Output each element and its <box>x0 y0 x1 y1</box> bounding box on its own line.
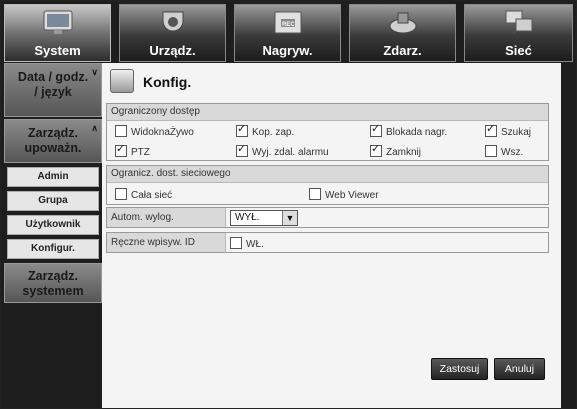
sidebar-item-config[interactable]: Konfigur. <box>7 239 99 259</box>
checkbox[interactable] <box>370 123 382 137</box>
select-value: WYŁ. <box>235 212 260 223</box>
top-menu: System Urządz. REC Nagryw. Zdarz. Sieć <box>4 4 573 62</box>
collapse-down-icon: ∨ <box>91 67 98 77</box>
option-remote-alarm[interactable]: Wyj. zdal. alarmu <box>236 143 329 159</box>
option-label: PTZ <box>131 147 150 158</box>
option-shutdown[interactable]: Zamknij <box>370 143 422 159</box>
option-ptz[interactable]: PTZ <box>115 143 150 159</box>
sidebar-group-permissions[interactable]: Zarządz. upoważn. ∧ <box>4 119 102 163</box>
sidebar-group-label: Data / godz. / język <box>17 70 89 99</box>
autologout-row: Autom. wylog. WYŁ. ▼ <box>106 207 549 228</box>
checkbox[interactable] <box>230 237 242 249</box>
checkbox[interactable] <box>236 123 248 137</box>
panel-header: Ograniczony dostęp <box>107 104 548 121</box>
svg-text:REC: REC <box>282 22 295 28</box>
sidebar-group-label: Zarządz. systemem <box>22 269 84 298</box>
chevron-down-icon[interactable]: ▼ <box>282 211 297 225</box>
option-live-view[interactable]: WidoknaŻywo <box>115 125 194 139</box>
manual-id-label: Ręczne wpisyw. ID <box>111 237 195 248</box>
option-label: Szukaj <box>501 127 532 138</box>
option-label: Wyj. zdal. alarmu <box>252 147 329 158</box>
option-web-viewer[interactable]: Web Viewer <box>309 188 379 202</box>
tab-label: Zdarz. <box>383 43 422 58</box>
collapse-up-icon: ∧ <box>91 123 98 133</box>
option-label: Cała sieć <box>131 190 173 201</box>
option-label: Wsz. <box>501 147 524 158</box>
tab-device[interactable]: Urządz. <box>119 4 226 62</box>
main-content: Konfig. Ograniczony dostęp WidoknaŻywo K… <box>102 63 561 408</box>
option-label: WidoknaŻywo <box>131 127 194 138</box>
tab-label: System <box>34 43 81 58</box>
sidebar-item-group[interactable]: Grupa <box>7 191 99 211</box>
camera-icon <box>162 11 183 32</box>
option-all[interactable]: Wsz. <box>485 145 523 159</box>
network-icon <box>505 10 532 34</box>
event-icon <box>389 12 416 34</box>
checkbox[interactable] <box>485 123 497 137</box>
network-access-panel: Ogranicz. dost. sieciowego Cała sieć Web… <box>106 165 549 205</box>
cancel-button[interactable]: Anuluj <box>494 358 545 380</box>
manual-id-row: Ręczne wpisyw. ID WŁ. <box>106 232 549 253</box>
checkbox[interactable] <box>115 125 127 137</box>
checkbox[interactable] <box>485 145 497 157</box>
settings-page-icon <box>110 69 134 93</box>
rec-icon: REC <box>274 11 301 34</box>
sidebar: Data / godz. / język ∨ Zarządz. upoważn.… <box>4 63 102 408</box>
option-backup[interactable]: Kop. zap. <box>236 123 295 139</box>
panel-header: Ogranicz. dost. sieciowego <box>107 166 548 183</box>
restricted-access-panel: Ograniczony dostęp WidoknaŻywo Kop. zap.… <box>106 103 549 161</box>
page-title: Konfig. <box>143 74 192 90</box>
option-label: WŁ. <box>246 239 264 250</box>
option-label: Kop. zap. <box>252 127 295 138</box>
option-label: Zamknij <box>386 147 422 158</box>
right-border <box>561 63 573 408</box>
sidebar-group-date[interactable]: Data / godz. / język ∨ <box>4 63 102 117</box>
checkbox[interactable] <box>370 143 382 157</box>
option-whole-network[interactable]: Cała sieć <box>115 188 172 202</box>
option-label: Web Viewer <box>325 190 379 201</box>
tab-label: Urządz. <box>149 43 196 58</box>
checkbox[interactable] <box>115 188 127 200</box>
checkbox[interactable] <box>236 143 248 157</box>
sidebar-group-system[interactable]: Zarządz. systemem <box>4 263 102 303</box>
sidebar-group-label: Zarządz. upoważn. <box>24 126 82 155</box>
autologout-label: Autom. wylog. <box>111 212 174 223</box>
monitor-icon <box>43 10 72 34</box>
manual-id-value-area: WŁ. <box>225 233 548 252</box>
tab-label: Nagryw. <box>262 43 313 58</box>
apply-button[interactable]: Zastosuj <box>431 358 488 380</box>
option-rec-lock[interactable]: Blokada nagr. <box>370 123 448 139</box>
checkbox[interactable] <box>309 188 321 200</box>
app-frame: System Urządz. REC Nagryw. Zdarz. Sieć D… <box>0 0 577 409</box>
tab-record[interactable]: REC Nagryw. <box>234 4 341 62</box>
sidebar-item-user[interactable]: Użytkownik <box>7 215 99 235</box>
tab-system[interactable]: System <box>4 4 111 62</box>
tab-network[interactable]: Sieć <box>464 4 573 62</box>
tab-label: Sieć <box>505 43 532 58</box>
option-search[interactable]: Szukaj <box>485 123 532 139</box>
autologout-select[interactable]: WYŁ. ▼ <box>230 210 298 226</box>
tab-event[interactable]: Zdarz. <box>349 4 456 62</box>
sidebar-item-admin[interactable]: Admin <box>7 167 99 187</box>
checkbox[interactable] <box>115 143 127 157</box>
option-label: Blokada nagr. <box>386 127 448 138</box>
autologout-value-area: WYŁ. ▼ <box>225 208 548 227</box>
option-manual-id-on[interactable]: WŁ. <box>230 237 264 251</box>
